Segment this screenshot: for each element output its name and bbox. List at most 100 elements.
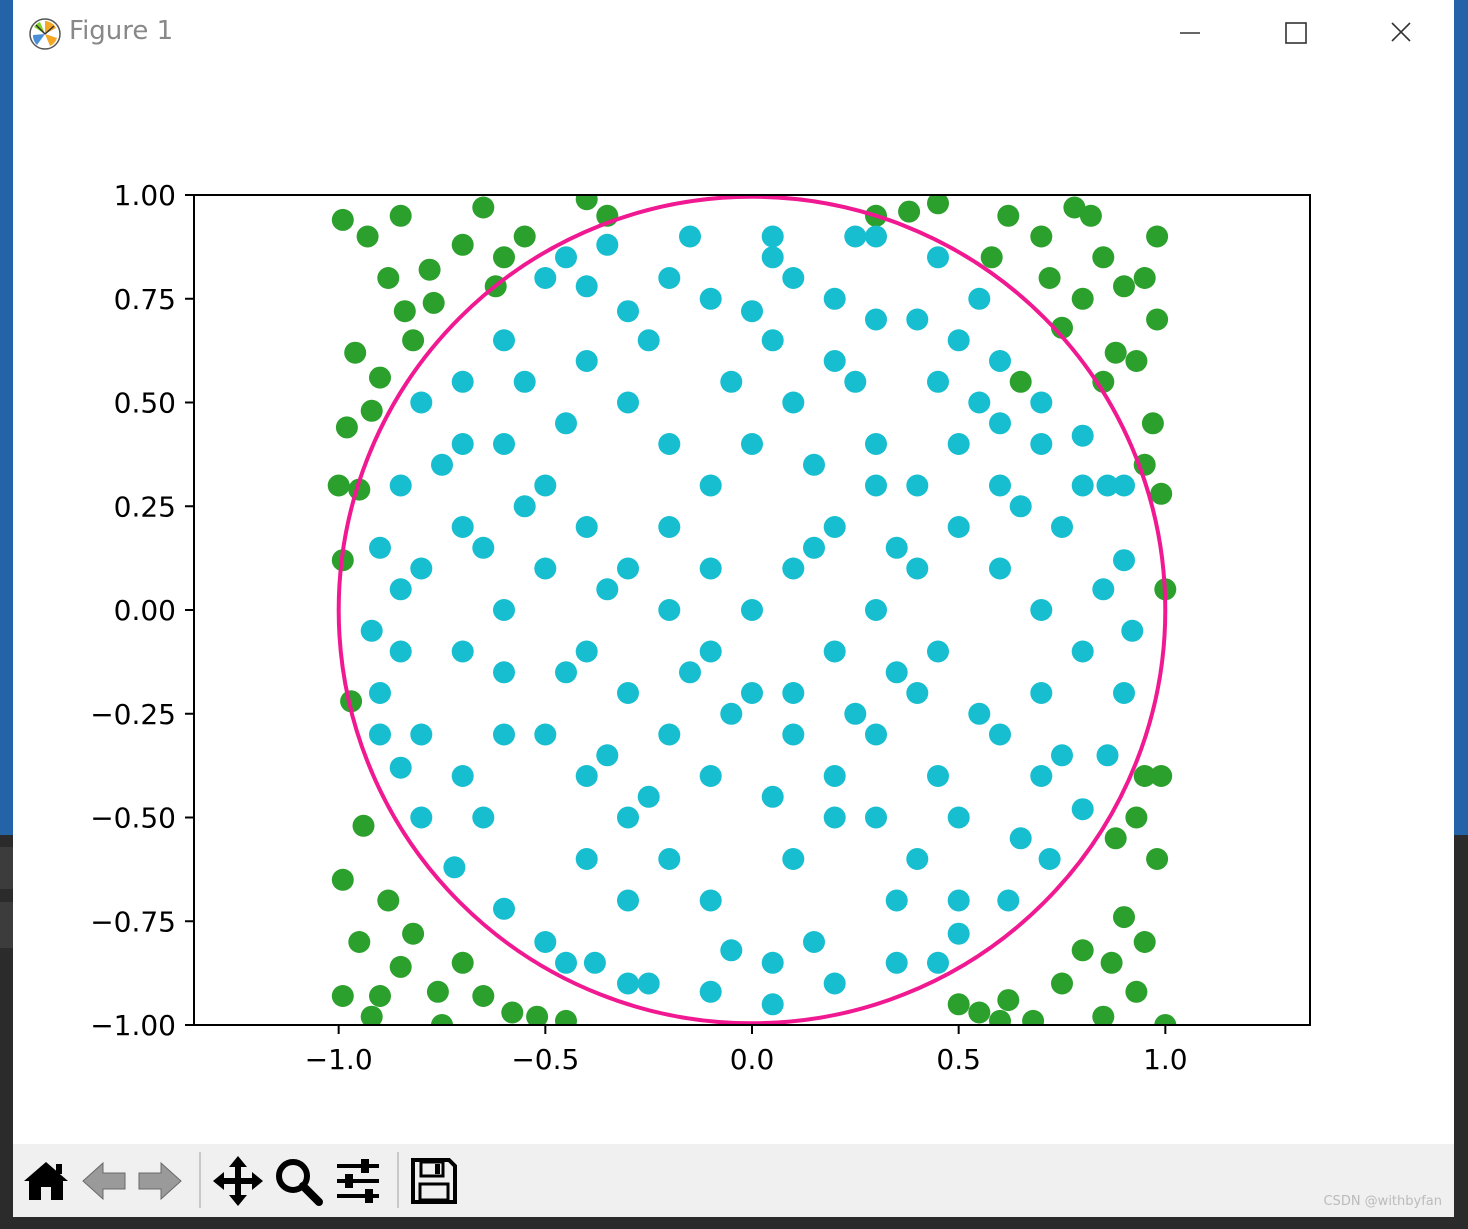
scatter-point bbox=[761, 993, 784, 1016]
scatter-point bbox=[947, 806, 970, 829]
sliders-icon bbox=[337, 1159, 379, 1203]
save-button[interactable] bbox=[407, 1154, 461, 1208]
scatter-point bbox=[906, 682, 929, 704]
figure-window: Figure 1 −1.0 −0.5 0.0 0.5 1.0 1.00 0.75 0.50 0.… bbox=[13, 0, 1454, 1217]
scatter-point bbox=[997, 989, 1020, 1012]
scatter-point bbox=[1113, 275, 1135, 298]
scatter-point bbox=[1125, 806, 1148, 829]
scatter-point bbox=[1071, 424, 1094, 447]
scatter-point bbox=[389, 474, 412, 497]
minimize-button[interactable] bbox=[1159, 10, 1219, 56]
scatter-point bbox=[637, 972, 660, 995]
back-button[interactable] bbox=[77, 1154, 131, 1208]
scatter-chart[interactable]: −1.0 −0.5 0.0 0.5 1.0 1.00 0.75 0.50 0.25 0.00 −0.… bbox=[13, 66, 1454, 1144]
scatter-point bbox=[555, 412, 577, 435]
scatter-point bbox=[1030, 433, 1053, 455]
scatter-point bbox=[989, 412, 1011, 435]
scatter-point bbox=[1125, 980, 1148, 1003]
scatter-point bbox=[741, 682, 763, 704]
scatter-point bbox=[782, 848, 805, 870]
scatter-point bbox=[997, 889, 1020, 912]
scatter-point bbox=[761, 329, 784, 352]
floppy-disk-icon bbox=[411, 1158, 457, 1204]
scatter-point bbox=[1104, 827, 1127, 850]
scatter-point bbox=[575, 516, 598, 538]
scatter-point bbox=[331, 868, 354, 891]
scatter-point bbox=[348, 931, 371, 953]
close-button[interactable] bbox=[1371, 10, 1431, 56]
toolbar-separator bbox=[199, 1152, 201, 1208]
scatter-point bbox=[1051, 972, 1073, 995]
scatter-point bbox=[389, 204, 412, 227]
scatter-point bbox=[389, 578, 412, 601]
y-tick-label: 0.50 bbox=[114, 387, 176, 420]
configure-subplots-button[interactable] bbox=[331, 1154, 385, 1208]
scatter-point bbox=[761, 246, 784, 269]
scatter-point bbox=[968, 287, 991, 310]
title-bar[interactable]: Figure 1 bbox=[13, 0, 1454, 66]
y-tick-label: −0.50 bbox=[90, 802, 176, 835]
scatter-point bbox=[1141, 412, 1164, 435]
scatter-point bbox=[472, 196, 495, 219]
scatter-point bbox=[989, 350, 1011, 372]
scatter-point bbox=[1121, 619, 1144, 642]
y-tick-label: −1.00 bbox=[90, 1009, 176, 1042]
forward-button[interactable] bbox=[133, 1154, 187, 1208]
close-icon bbox=[1391, 22, 1411, 42]
zoom-button[interactable] bbox=[271, 1154, 325, 1208]
pan-button[interactable] bbox=[211, 1154, 265, 1208]
scatter-point bbox=[360, 399, 383, 422]
scatter-point bbox=[575, 195, 598, 211]
scatter-point bbox=[844, 370, 867, 393]
scatter-point bbox=[534, 723, 557, 746]
scatter-point bbox=[1100, 951, 1123, 974]
scatter-point bbox=[720, 939, 743, 962]
scatter-point bbox=[1009, 827, 1032, 850]
scatter-point bbox=[513, 495, 536, 518]
scatter-point bbox=[1113, 906, 1135, 929]
scatter-point bbox=[989, 723, 1011, 746]
scatter-point bbox=[699, 765, 722, 787]
scatter-point bbox=[658, 723, 681, 746]
scatter-point bbox=[534, 267, 557, 289]
scatter-point bbox=[617, 557, 639, 580]
scatter-point bbox=[803, 931, 825, 953]
scatter-point bbox=[1009, 495, 1032, 518]
scatter-point bbox=[699, 287, 722, 310]
scatter-point bbox=[356, 225, 379, 248]
scatter-point bbox=[596, 233, 619, 256]
scatter-point bbox=[596, 578, 619, 601]
scatter-point bbox=[472, 806, 495, 829]
scatter-point bbox=[844, 702, 867, 725]
scatter-point bbox=[947, 993, 970, 1016]
scatter-point bbox=[1071, 939, 1094, 962]
scatter-point bbox=[947, 889, 970, 912]
scatter-point bbox=[1133, 267, 1156, 289]
figure-canvas[interactable]: −1.0 −0.5 0.0 0.5 1.0 1.00 0.75 0.50 0.25 0.00 −0.… bbox=[13, 66, 1454, 1144]
scatter-point bbox=[980, 246, 1003, 269]
scatter-point bbox=[927, 370, 949, 393]
scatter-point bbox=[782, 391, 805, 414]
scatter-point bbox=[410, 723, 433, 746]
scatter-point bbox=[658, 599, 681, 621]
maximize-button[interactable] bbox=[1265, 10, 1325, 56]
scatter-point bbox=[658, 433, 681, 455]
watermark-text: CSDN @withbyfan bbox=[1323, 1194, 1442, 1209]
scatter-point bbox=[1051, 744, 1073, 767]
scatter-point bbox=[369, 723, 391, 746]
home-button[interactable] bbox=[19, 1154, 73, 1208]
scatter-point bbox=[803, 453, 825, 476]
scatter-point bbox=[720, 370, 743, 393]
scatter-point bbox=[451, 233, 474, 256]
scatter-point bbox=[865, 308, 887, 331]
scatter-point bbox=[844, 225, 867, 248]
scatter-point bbox=[393, 300, 416, 323]
scatter-point bbox=[344, 341, 367, 364]
scatter-point bbox=[741, 300, 763, 323]
scatter-point bbox=[331, 985, 354, 1007]
scatter-point bbox=[451, 433, 474, 455]
scatter-point bbox=[451, 640, 474, 663]
scatter-point bbox=[968, 702, 991, 725]
scatter-point bbox=[1133, 931, 1156, 953]
scatter-point bbox=[1146, 848, 1169, 870]
